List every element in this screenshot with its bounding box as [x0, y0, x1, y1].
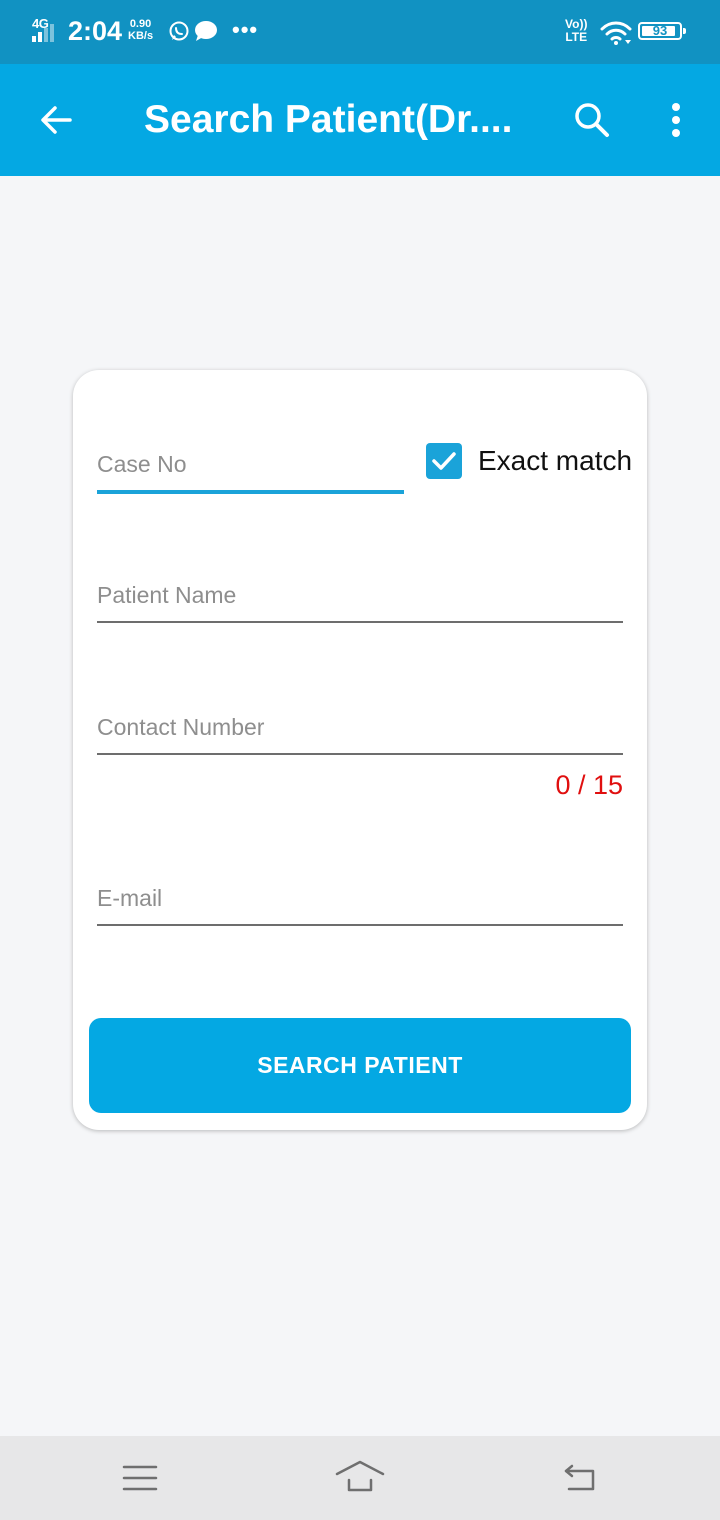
menu-icon: [122, 1465, 158, 1491]
more-notifications-icon: •••: [232, 17, 259, 42]
app-bar: Search Patient(Dr....: [0, 64, 720, 176]
navigation-bar: [0, 1436, 720, 1520]
home-icon: [335, 1460, 385, 1492]
page-title: Search Patient(Dr....: [144, 98, 513, 141]
whatsapp-icon: [169, 21, 189, 41]
battery-icon: 93: [638, 22, 686, 40]
exact-match-checkbox[interactable]: [426, 443, 462, 479]
more-vert-icon: [672, 103, 680, 137]
volte-indicator: Vo)) LTE: [565, 18, 587, 44]
case-no-field: [97, 446, 404, 494]
email-input[interactable]: [97, 880, 623, 916]
email-field: [97, 880, 623, 926]
nav-back-button[interactable]: [550, 1454, 610, 1502]
status-time: 2:04: [68, 16, 123, 46]
speed-value: 0.90: [129, 18, 152, 30]
search-form-card: Exact match 0 / 15 SEARCH PATIENT: [73, 370, 647, 1130]
speed-unit: KB/s: [128, 30, 154, 42]
back-icon: [564, 1464, 595, 1491]
contact-number-input[interactable]: [97, 709, 623, 745]
exact-match-toggle[interactable]: Exact match: [426, 443, 632, 479]
exact-match-label: Exact match: [478, 445, 633, 476]
contact-number-counter: 0 / 15: [555, 770, 623, 800]
case-no-input[interactable]: [97, 446, 404, 482]
patient-name-underline: [97, 621, 623, 623]
search-patient-button[interactable]: SEARCH PATIENT: [89, 1018, 631, 1113]
back-button[interactable]: [30, 94, 82, 146]
email-underline: [97, 924, 623, 926]
search-button[interactable]: [566, 94, 618, 146]
signal-icon: 4G: [30, 16, 60, 46]
wifi-icon: [600, 21, 632, 45]
status-bar: 4G 2:04 0.90 KB/s ••• Vo)) LTE 93: [0, 0, 720, 64]
case-no-underline: [97, 490, 404, 494]
contact-number-underline: [97, 753, 623, 755]
contact-number-field: [97, 709, 623, 755]
patient-name-input[interactable]: [97, 577, 623, 613]
network-speed: 0.90 KB/s: [128, 18, 153, 42]
message-icon: [195, 21, 217, 41]
battery-level: 93: [652, 23, 668, 38]
more-options-button[interactable]: [650, 94, 702, 146]
nav-home-button[interactable]: [330, 1454, 390, 1502]
search-icon: [575, 103, 609, 137]
check-icon: [432, 452, 456, 470]
volte-bottom: LTE: [565, 30, 588, 44]
nav-menu-button[interactable]: [110, 1454, 170, 1502]
patient-name-field: [97, 577, 623, 623]
back-arrow-icon: [41, 106, 72, 134]
